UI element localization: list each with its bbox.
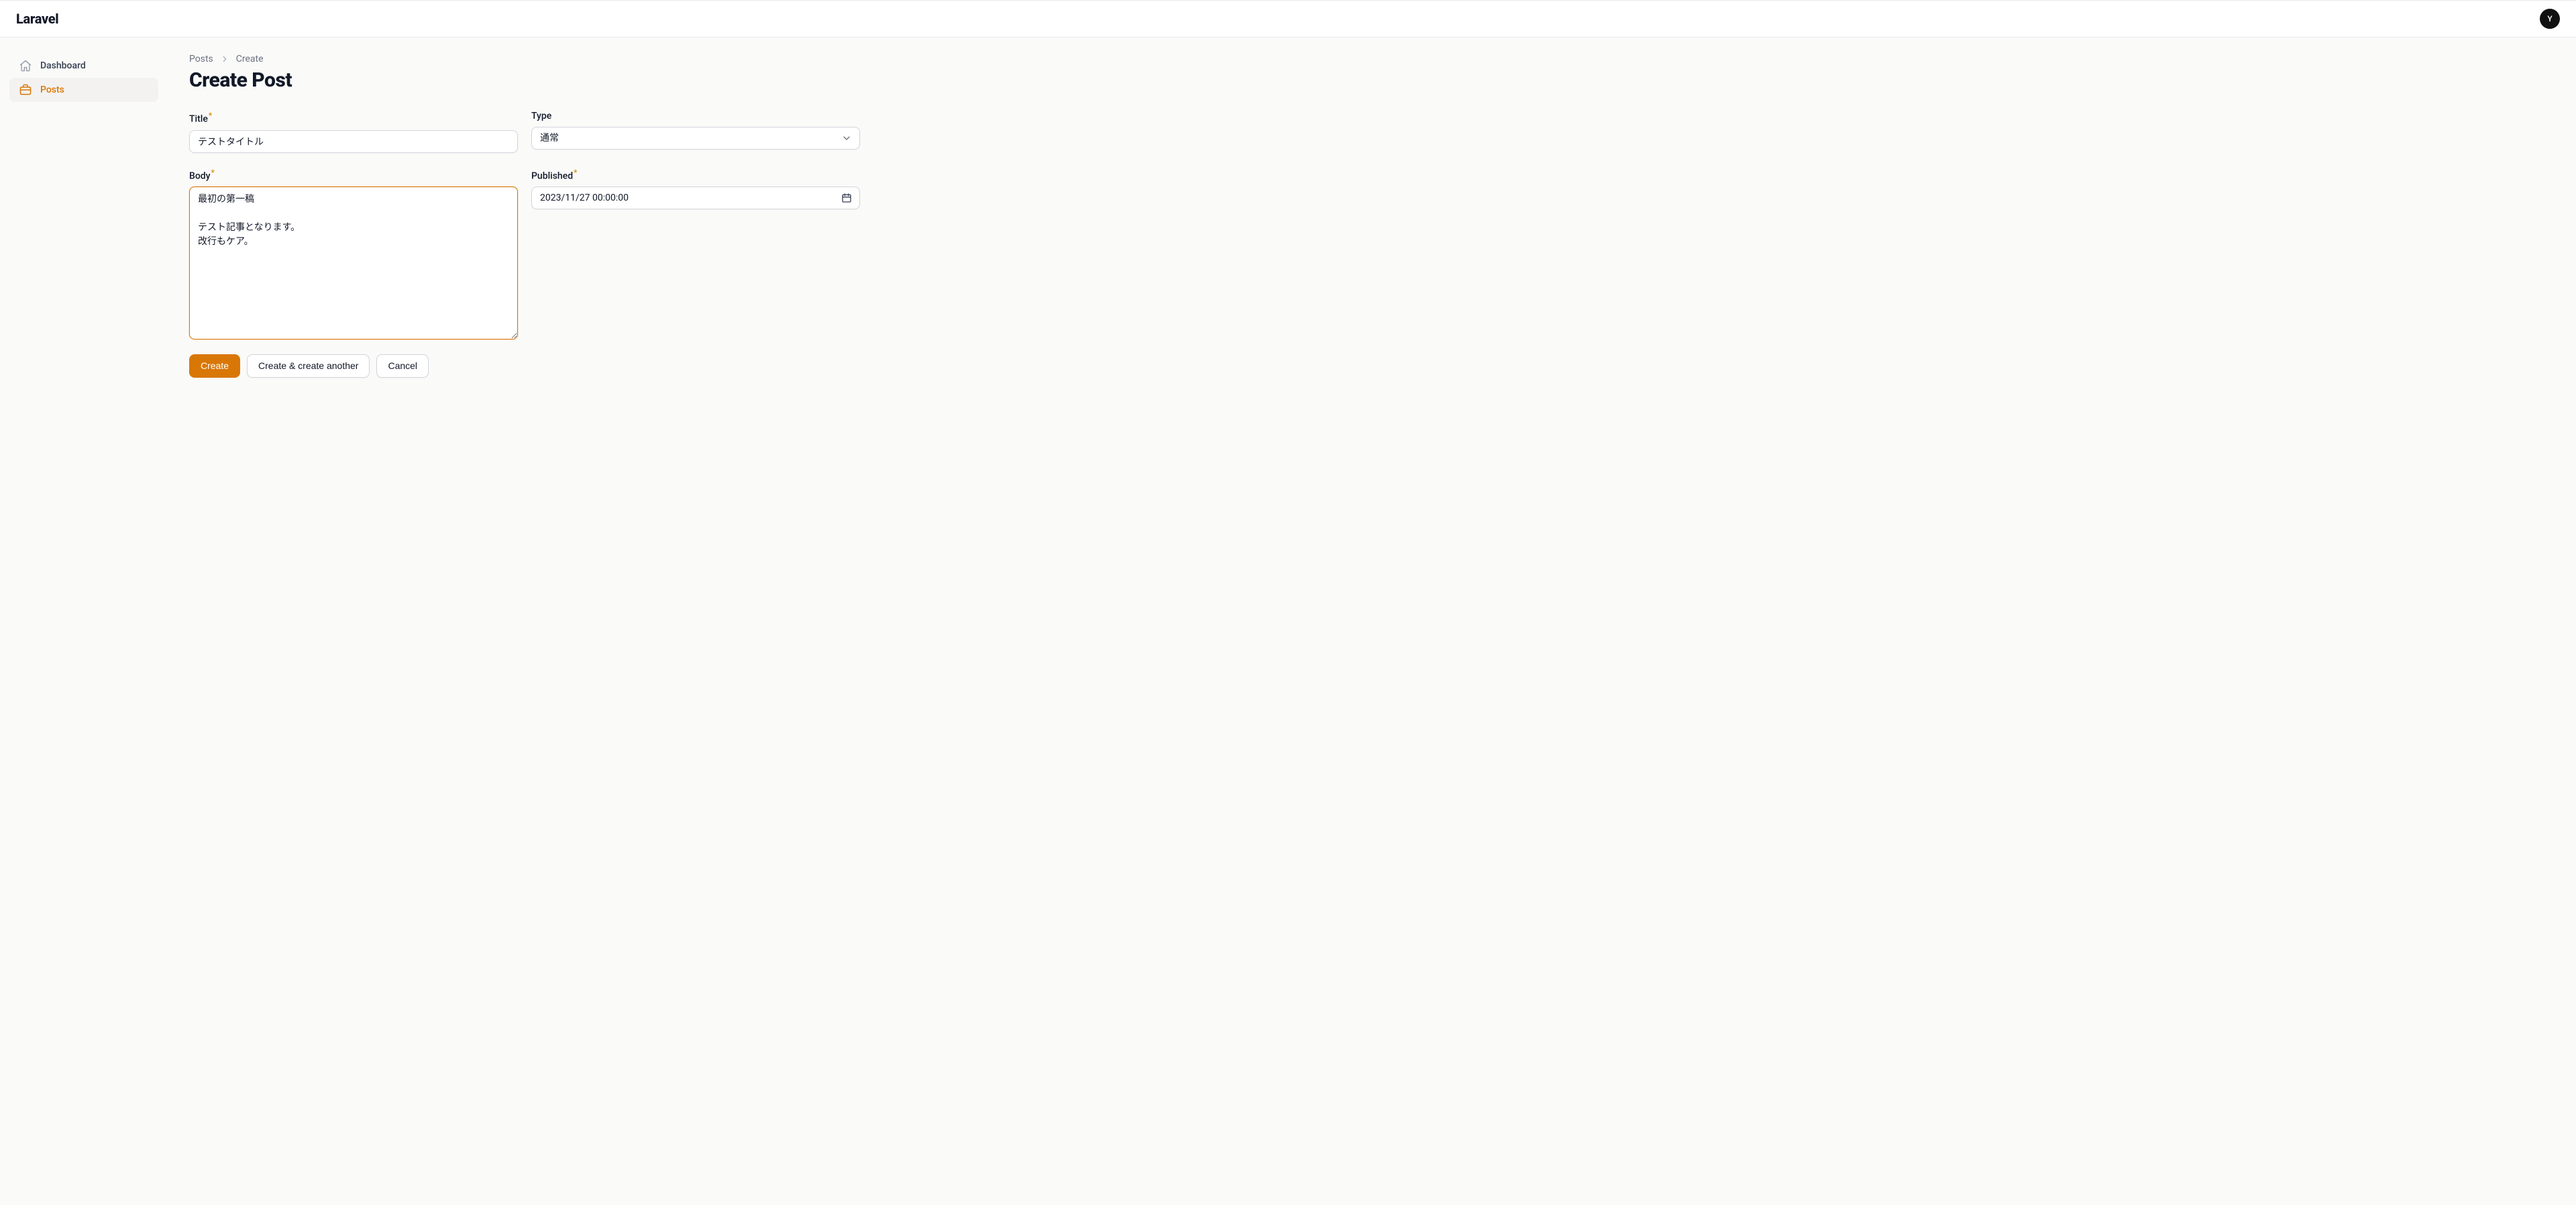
home-icon: [19, 59, 32, 72]
breadcrumb: Posts Create: [189, 54, 1112, 64]
sidebar-item-label: Posts: [40, 85, 64, 95]
cancel-button[interactable]: Cancel: [376, 354, 429, 378]
breadcrumb-create: Create: [236, 54, 264, 64]
body-textarea[interactable]: [189, 187, 518, 339]
sidebar-item-dashboard[interactable]: Dashboard: [9, 54, 158, 78]
title-input[interactable]: [189, 130, 518, 153]
create-button[interactable]: Create: [189, 354, 240, 378]
chevron-right-icon: [220, 54, 229, 64]
avatar[interactable]: Y: [2540, 9, 2560, 29]
required-mark: *: [209, 111, 212, 120]
field-type: Type 通常: [531, 111, 860, 153]
sidebar: Dashboard Posts: [0, 38, 168, 1205]
field-title: Title*: [189, 111, 518, 153]
type-label: Type: [531, 111, 860, 121]
briefcase-icon: [19, 83, 32, 97]
published-input[interactable]: [531, 187, 860, 209]
topbar: Laravel Y: [0, 0, 2576, 38]
field-published: Published*: [531, 168, 860, 340]
form: Title* Type 通常 Body*: [189, 111, 860, 339]
create-another-button[interactable]: Create & create another: [247, 354, 370, 378]
title-label: Title*: [189, 111, 518, 125]
published-label: Published*: [531, 168, 860, 182]
required-mark: *: [574, 168, 577, 177]
type-select[interactable]: 通常: [531, 127, 860, 150]
sidebar-item-posts[interactable]: Posts: [9, 78, 158, 102]
required-mark: *: [211, 168, 215, 177]
sidebar-item-label: Dashboard: [40, 60, 86, 71]
breadcrumb-posts[interactable]: Posts: [189, 54, 213, 64]
form-actions: Create Create & create another Cancel: [189, 354, 1112, 378]
body-label: Body*: [189, 168, 518, 182]
main-content: Posts Create Create Post Title* Type 通常: [168, 38, 1134, 1205]
field-body: Body*: [189, 168, 518, 340]
brand: Laravel: [16, 11, 58, 27]
page-title: Create Post: [189, 68, 1112, 92]
